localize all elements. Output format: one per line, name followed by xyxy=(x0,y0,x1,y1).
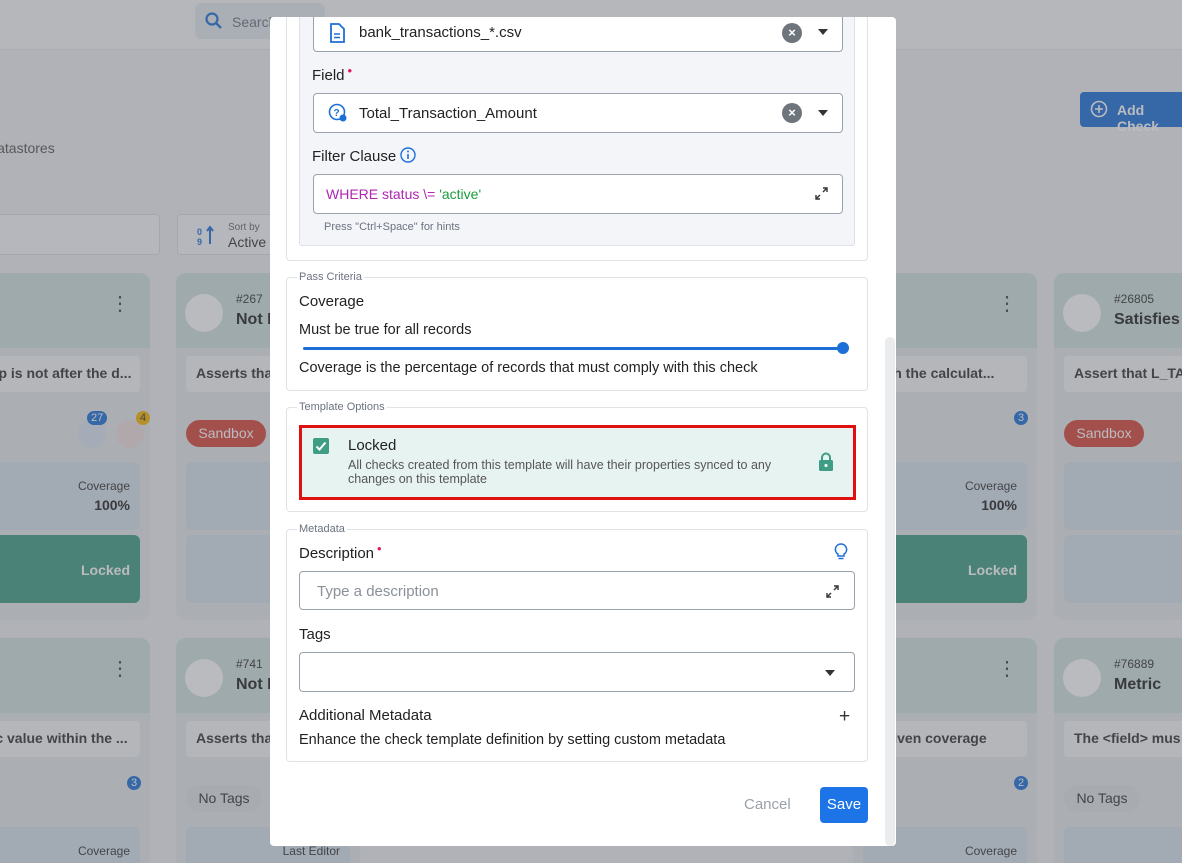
coverage-subtitle: Must be true for all records xyxy=(299,322,472,338)
coverage-slider-track[interactable] xyxy=(303,347,843,350)
svg-text:?: ? xyxy=(334,108,340,119)
coverage-description: Coverage is the percentage of records th… xyxy=(299,360,758,376)
chevron-down-icon[interactable] xyxy=(825,670,835,676)
coverage-slider-thumb[interactable] xyxy=(837,342,849,354)
file-icon xyxy=(329,23,345,48)
template-options-legend: Template Options xyxy=(297,401,387,413)
filter-hint: Press "Ctrl+Space" for hints xyxy=(324,221,460,233)
required-marker: • xyxy=(377,541,382,556)
locked-option[interactable]: Locked All checks created from this temp… xyxy=(299,425,856,500)
expand-icon[interactable] xyxy=(826,585,839,603)
filter-clause-label: Filter Clause xyxy=(312,148,397,165)
locked-checkbox[interactable] xyxy=(313,438,329,454)
clear-icon[interactable]: × xyxy=(782,103,802,123)
description-placeholder: Type a description xyxy=(317,583,439,600)
additional-metadata-description: Enhance the check template definition by… xyxy=(299,732,726,748)
check-template-dialog: bank_transactions_*.csv × Field • ? Total… xyxy=(270,17,896,846)
field-select[interactable]: ? Total_Transaction_Amount × xyxy=(313,93,843,133)
description-label: Description • xyxy=(299,541,382,562)
description-input[interactable]: Type a description xyxy=(299,571,855,610)
field-value: Total_Transaction_Amount xyxy=(359,105,537,122)
pass-criteria-legend: Pass Criteria xyxy=(297,271,364,283)
metadata-panel xyxy=(286,529,868,762)
filter-code-keyword: WHERE status \= xyxy=(326,186,440,202)
filter-clause-editor[interactable]: WHERE status \= 'active' xyxy=(313,174,843,214)
modal-scrollbar[interactable] xyxy=(885,337,895,846)
locked-label: Locked xyxy=(348,437,397,454)
tags-label: Tags xyxy=(299,626,331,643)
filter-code-string: 'active' xyxy=(439,186,482,202)
lightbulb-icon[interactable] xyxy=(834,543,848,566)
field-label: Field • xyxy=(312,63,353,84)
chevron-down-icon[interactable] xyxy=(818,29,828,35)
add-metadata-icon[interactable]: + xyxy=(839,706,850,728)
coverage-title: Coverage xyxy=(299,293,365,310)
cancel-button[interactable]: Cancel xyxy=(744,796,791,813)
save-button[interactable]: Save xyxy=(820,787,868,823)
metadata-legend: Metadata xyxy=(297,523,347,535)
properties-panel: bank_transactions_*.csv × Field • ? Total… xyxy=(286,17,868,261)
info-icon[interactable] xyxy=(400,147,416,168)
expand-icon[interactable] xyxy=(815,187,828,205)
lock-icon xyxy=(818,452,834,477)
filter-code: WHERE status \= 'active' xyxy=(326,186,481,202)
tags-select[interactable] xyxy=(299,652,855,692)
chevron-down-icon[interactable] xyxy=(818,110,828,116)
required-marker: • xyxy=(347,63,353,78)
additional-metadata-title: Additional Metadata xyxy=(299,707,432,724)
clear-icon[interactable]: × xyxy=(782,23,802,43)
locked-description: All checks created from this template wi… xyxy=(348,458,772,486)
file-pattern-value: bank_transactions_*.csv xyxy=(359,24,522,41)
file-pattern-select[interactable]: bank_transactions_*.csv × xyxy=(313,17,843,52)
field-settings-icon: ? xyxy=(328,103,348,128)
properties-inset: bank_transactions_*.csv × Field • ? Total… xyxy=(299,17,855,246)
